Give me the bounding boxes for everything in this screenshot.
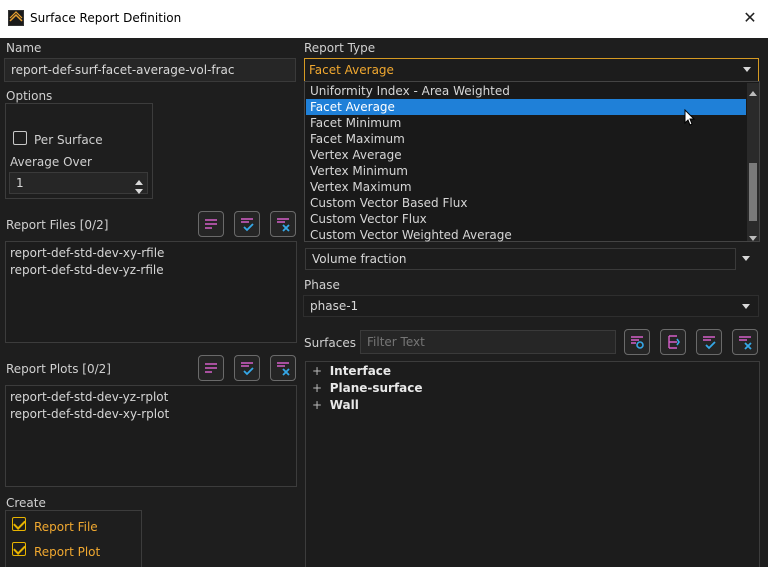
chevron-down-icon[interactable]: [742, 304, 750, 309]
report-plot-checkbox[interactable]: [12, 542, 26, 556]
deselect-all-icon: [739, 336, 752, 350]
list-item[interactable]: report-def-std-dev-xy-rfile: [10, 245, 292, 262]
report-type-dropdown[interactable]: Uniformity Index - Area Weighted Facet A…: [304, 81, 760, 242]
phase-label: Phase: [304, 278, 340, 292]
expand-icon[interactable]: +: [312, 364, 330, 378]
dropdown-option-selected[interactable]: Facet Average: [306, 99, 746, 115]
surfaces-filter-button[interactable]: [624, 329, 650, 355]
scroll-up-icon[interactable]: [749, 85, 757, 99]
surfaces-deselect-all-button[interactable]: [732, 329, 758, 355]
dropdown-option[interactable]: Custom Vector Weighted Average: [306, 227, 746, 243]
deselect-all-icon: [277, 218, 290, 232]
sort-icon: [668, 335, 680, 349]
expand-icon[interactable]: +: [312, 398, 330, 412]
list-item[interactable]: report-def-std-dev-yz-rfile: [10, 262, 292, 279]
report-plots-list[interactable]: report-def-std-dev-yz-rplot report-def-s…: [5, 385, 297, 487]
report-files-list[interactable]: report-def-std-dev-xy-rfile report-def-s…: [5, 241, 297, 343]
report-plots-deselect-all-button[interactable]: [270, 355, 296, 381]
surfaces-label: Surfaces: [304, 336, 356, 350]
report-files-list-button[interactable]: [198, 211, 224, 237]
select-all-icon: [241, 362, 254, 376]
report-plots-select-all-button[interactable]: [234, 355, 260, 381]
dropdown-option[interactable]: Vertex Maximum: [306, 179, 746, 195]
dropdown-option[interactable]: Custom Vector Based Flux: [306, 195, 746, 211]
surfaces-select-all-button[interactable]: [696, 329, 722, 355]
filter-circle-icon: [631, 336, 644, 349]
report-file-checkbox[interactable]: [12, 517, 26, 531]
chevron-down-icon[interactable]: [742, 256, 750, 261]
dropdown-option[interactable]: Custom Vector Flux: [306, 211, 746, 227]
spin-up-icon[interactable]: [135, 174, 143, 185]
app-icon: [8, 10, 24, 26]
per-surface-label: Per Surface: [34, 133, 103, 147]
surfaces-sort-button[interactable]: [660, 329, 686, 355]
report-type-value: Facet Average: [309, 63, 394, 77]
create-label: Create: [6, 496, 46, 510]
close-icon[interactable]: ✕: [740, 8, 760, 28]
report-plots-list-button[interactable]: [198, 355, 224, 381]
chevron-down-icon[interactable]: [743, 67, 751, 72]
report-plots-label: Report Plots [0/2]: [6, 362, 111, 376]
dropdown-option[interactable]: Facet Minimum: [306, 115, 746, 131]
tree-item[interactable]: + Wall: [312, 397, 753, 414]
select-all-icon: [703, 336, 716, 350]
select-all-icon: [241, 218, 254, 232]
average-over-spinbox[interactable]: 1: [9, 172, 148, 194]
phase-value: phase-1: [310, 299, 359, 313]
field-variable-select[interactable]: Volume fraction: [305, 248, 736, 270]
spin-down-icon[interactable]: [135, 184, 143, 194]
name-input[interactable]: report-def-surf-facet-average-vol-frac: [4, 58, 296, 82]
dropdown-scrollbar[interactable]: [747, 83, 759, 241]
list-icon: [205, 219, 217, 229]
list-icon: [205, 363, 217, 373]
average-over-label: Average Over: [10, 155, 92, 169]
report-file-label: Report File: [34, 520, 98, 534]
options-label: Options: [6, 89, 53, 103]
field-variable-value: Volume fraction: [312, 252, 407, 266]
expand-icon[interactable]: +: [312, 381, 330, 395]
report-files-label: Report Files [0/2]: [6, 218, 109, 232]
mouse-cursor-icon: [684, 108, 696, 130]
dropdown-option[interactable]: Vertex Minimum: [306, 163, 746, 179]
report-files-deselect-all-button[interactable]: [270, 211, 296, 237]
report-type-label: Report Type: [304, 41, 376, 55]
title-bar: Surface Report Definition ✕: [0, 0, 768, 38]
deselect-all-icon: [277, 362, 290, 376]
report-files-select-all-button[interactable]: [234, 211, 260, 237]
surfaces-tree[interactable]: + Interface + Plane-surface + Wall: [305, 361, 760, 567]
name-label: Name: [6, 41, 42, 55]
report-type-select[interactable]: Facet Average: [304, 58, 759, 82]
tree-item[interactable]: + Plane-surface: [312, 380, 753, 397]
scrollbar-thumb[interactable]: [749, 163, 757, 221]
dropdown-option[interactable]: Uniformity Index - Area Weighted: [306, 83, 746, 99]
tree-item[interactable]: + Interface: [312, 363, 753, 380]
scroll-down-icon[interactable]: [749, 231, 757, 245]
dropdown-option[interactable]: Vertex Average: [306, 147, 746, 163]
list-item[interactable]: report-def-std-dev-yz-rplot: [10, 389, 292, 406]
surfaces-filter-input[interactable]: [360, 330, 616, 354]
window-title: Surface Report Definition: [30, 11, 182, 25]
per-surface-checkbox[interactable]: [13, 131, 27, 145]
list-item[interactable]: report-def-std-dev-xy-rplot: [10, 406, 292, 423]
dropdown-option[interactable]: Facet Maximum: [306, 131, 746, 147]
average-over-value: 1: [16, 176, 24, 190]
report-plot-label: Report Plot: [34, 545, 101, 559]
phase-select[interactable]: phase-1: [303, 295, 759, 317]
